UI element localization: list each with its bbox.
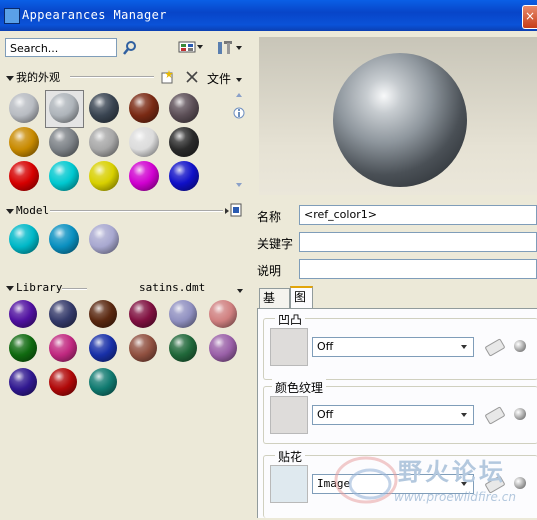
bump-sphere-icon[interactable]: [514, 340, 526, 352]
color-texture-select-value: Off: [317, 408, 334, 421]
appearance-swatch-light-gray[interactable]: [89, 127, 119, 157]
description-label: 说明: [257, 264, 282, 278]
model-header[interactable]: Model: [6, 204, 49, 217]
appearance-swatch-cyan[interactable]: [49, 161, 79, 191]
library-swatch-green-satin[interactable]: [9, 334, 37, 362]
appearance-swatch-silver-selected[interactable]: [49, 93, 79, 123]
appearance-swatch-white[interactable]: [129, 127, 159, 157]
appearance-swatch-yellow[interactable]: [89, 161, 119, 191]
color-texture-label: 颜色纹理: [272, 379, 327, 396]
appearance-swatch-blue[interactable]: [169, 161, 199, 191]
divider: [50, 210, 223, 212]
appearance-swatch-rust[interactable]: [129, 93, 159, 123]
library-swatch-copper-satin[interactable]: [129, 334, 157, 362]
name-label: 名称: [257, 210, 282, 224]
bump-select[interactable]: Off: [312, 337, 474, 357]
bump-select-value: Off: [317, 340, 334, 353]
grid-view-icon: [178, 41, 203, 53]
divider: [62, 288, 87, 290]
keywords-label: 关键字: [257, 237, 294, 251]
bump-label: 凹凸: [275, 311, 306, 328]
my-appearances-header[interactable]: 我的外观: [6, 69, 60, 85]
search-icon[interactable]: [122, 40, 138, 59]
view-mode-button[interactable]: [178, 40, 204, 57]
description-field[interactable]: [299, 259, 537, 279]
window-title: Appearances Manager: [22, 8, 167, 22]
close-button[interactable]: ×: [522, 5, 537, 29]
watermark-title: 野火论坛: [398, 458, 506, 486]
app-icon: [4, 8, 20, 24]
color-texture-sphere-icon[interactable]: [514, 408, 526, 420]
library-swatch-teal-satin[interactable]: [89, 368, 117, 396]
decal-swatch[interactable]: [270, 465, 308, 503]
appearance-swatch-dark-slate[interactable]: [89, 93, 119, 123]
search-input[interactable]: Search...: [5, 38, 117, 57]
library-swatch-lilac-satin[interactable]: [169, 300, 197, 328]
bump-swatch[interactable]: [270, 328, 308, 366]
library-label: Library: [16, 281, 63, 294]
file-menu[interactable]: 文件: [207, 70, 243, 87]
preview-sphere: [333, 53, 467, 187]
library-swatch-purple-satin[interactable]: [9, 300, 37, 328]
model-swatch-cyan[interactable]: [9, 224, 39, 254]
library-swatch-mauve-satin[interactable]: [209, 334, 237, 362]
library-header[interactable]: Library: [6, 281, 62, 294]
decal-label: 贴花: [275, 448, 306, 465]
appearance-swatch-granite[interactable]: [169, 93, 199, 123]
color-texture-swatch[interactable]: [270, 396, 308, 434]
appearance-swatch-red[interactable]: [9, 161, 39, 191]
appearances-scrollbar[interactable]: [233, 93, 245, 191]
appearance-swatch-magenta[interactable]: [129, 161, 159, 191]
appearance-swatch-gunmetal[interactable]: [49, 127, 79, 157]
library-swatch-rose-satin[interactable]: [209, 300, 237, 328]
delete-icon[interactable]: [185, 70, 199, 87]
model-swatch-teal-blue[interactable]: [49, 224, 79, 254]
my-appearances-label: 我的外观: [16, 71, 60, 84]
library-swatch-brown-satin[interactable]: [89, 300, 117, 328]
appearance-swatch-gold[interactable]: [9, 127, 39, 157]
library-swatch-blue-satin[interactable]: [89, 334, 117, 362]
library-swatch-crimson-satin[interactable]: [49, 368, 77, 396]
keywords-field[interactable]: [299, 232, 537, 252]
appearance-swatch-black[interactable]: [169, 127, 199, 157]
tab-basic[interactable]: 基本: [259, 288, 290, 324]
name-field[interactable]: <ref_color1>: [299, 205, 537, 225]
library-swatch-forest-satin[interactable]: [169, 334, 197, 362]
color-texture-select[interactable]: Off: [312, 405, 474, 425]
library-menu-chevron-icon[interactable]: [235, 283, 243, 297]
tools-button[interactable]: [216, 40, 244, 59]
model-swatch-lavender[interactable]: [89, 224, 119, 254]
library-swatch-violet-satin[interactable]: [9, 368, 37, 396]
library-swatch-pink-satin[interactable]: [49, 334, 77, 362]
model-appearance-picker-icon[interactable]: [225, 202, 243, 221]
wrench-icon: [218, 41, 242, 54]
file-menu-label: 文件: [207, 72, 232, 86]
divider: [70, 76, 154, 78]
title-bar: Appearances Manager ×: [0, 0, 537, 31]
watermark-logo: 野火论坛 www.proewildfire.cn: [330, 448, 537, 517]
appearance-swatch-gray[interactable]: [9, 93, 39, 123]
tab-map[interactable]: 图: [290, 286, 313, 308]
new-appearance-icon[interactable]: [160, 70, 174, 87]
library-swatch-navy-satin[interactable]: [49, 300, 77, 328]
library-swatch-maroon-satin[interactable]: [129, 300, 157, 328]
library-file-name[interactable]: satins.dmt: [139, 281, 205, 294]
model-label: Model: [16, 204, 50, 217]
appearance-preview: [259, 37, 537, 195]
watermark-url: www.proewildfire.cn: [394, 490, 516, 504]
